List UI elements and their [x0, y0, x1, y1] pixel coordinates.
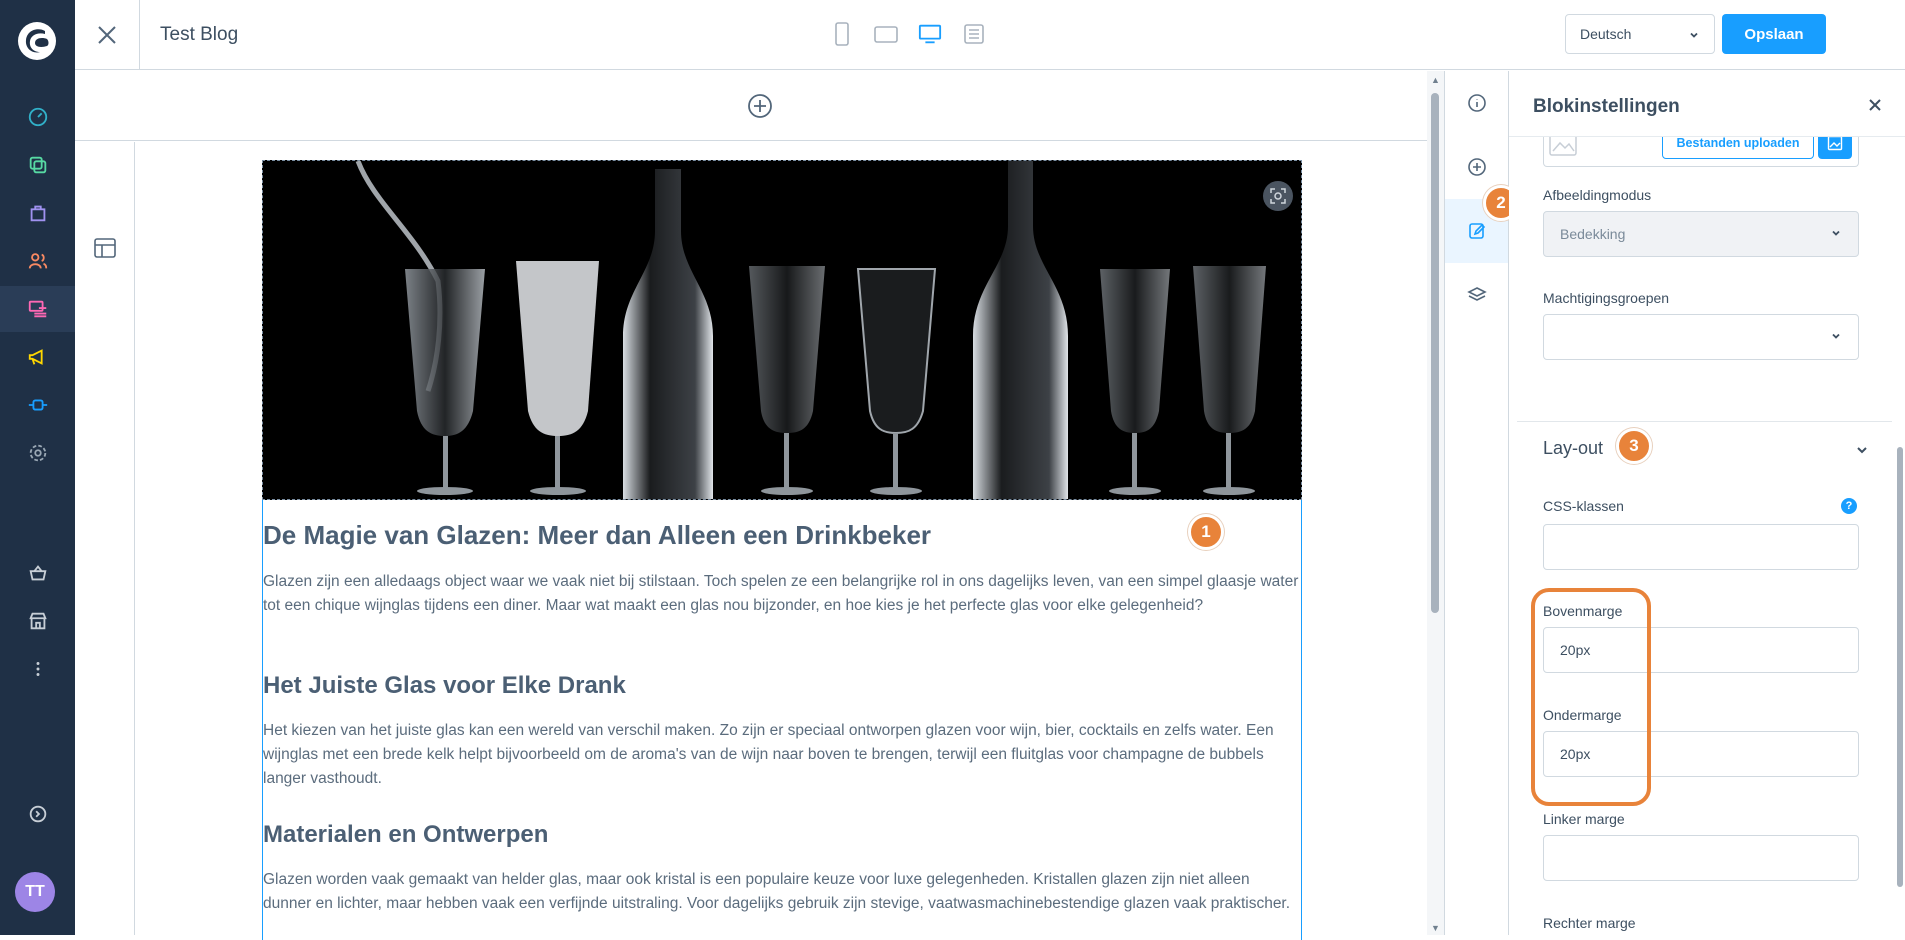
collapse-icon: [29, 805, 46, 823]
sidebar-collapse-button[interactable]: [0, 791, 75, 837]
permission-groups-label: Machtigingsgroepen: [1543, 290, 1670, 306]
layout-section-title[interactable]: Lay-out: [1543, 438, 1603, 459]
tool-layers[interactable]: [1445, 263, 1508, 327]
sidebar-item-extensions[interactable]: [0, 382, 75, 428]
settings-scrollbar[interactable]: [1896, 131, 1904, 935]
margin-highlight-box: [1531, 588, 1651, 806]
permission-groups-select[interactable]: [1543, 314, 1859, 360]
add-section-row: [75, 71, 1444, 141]
layers-icon: [1466, 287, 1487, 301]
image-mode-select[interactable]: Bedekking: [1543, 211, 1859, 257]
cms-canvas: De Magie van Glazen: Meer dan Alleen een…: [75, 71, 1444, 940]
image-mode-label: Afbeeldingmodus: [1543, 187, 1652, 203]
add-section-icon[interactable]: [747, 93, 773, 119]
chevron-down-icon: [1690, 32, 1698, 38]
help-icon[interactable]: ?: [1841, 498, 1857, 514]
basket-icon: [29, 565, 46, 581]
section-heading-1: Het Juiste Glas voor Elke Drank: [263, 672, 626, 699]
step-badge-1: 1: [1188, 514, 1224, 550]
tablet-icon: [874, 26, 898, 43]
sidebar-item-sales-channel-store[interactable]: [0, 598, 75, 644]
mobile-view-button[interactable]: [830, 22, 854, 46]
scroll-down-arrow-icon[interactable]: ▼: [1431, 923, 1440, 933]
block-settings-panel: Bestanden uploaden Blokinstellingen Afbe…: [1509, 71, 1905, 935]
desktop-view-button[interactable]: [918, 22, 942, 46]
section-text-2: Glazen worden vaak gemaakt van helder gl…: [263, 871, 1291, 912]
sidebar-item-orders[interactable]: [0, 190, 75, 236]
settings-icon: [29, 444, 46, 462]
close-editor-button[interactable]: [75, 0, 140, 70]
image-focus-button[interactable]: [1263, 181, 1293, 211]
desktop-icon: [918, 24, 942, 44]
settings-header: Blokinstellingen: [1509, 71, 1905, 137]
page-title: Test Blog: [160, 24, 239, 45]
store-icon: [28, 612, 47, 630]
save-button[interactable]: Opslaan: [1722, 14, 1826, 54]
margin-left-label: Linker marge: [1543, 811, 1625, 827]
section-text-1: Het kiezen van het juiste glas kan een w…: [263, 722, 1274, 787]
orders-icon: [30, 205, 45, 222]
tablet-view-button[interactable]: [874, 22, 898, 46]
chevron-down-icon: [1832, 333, 1840, 339]
article-heading: De Magie van Glazen: Meer dan Alleen een…: [263, 520, 932, 550]
more-icon: [36, 662, 39, 676]
canvas-scrollbar-thumb[interactable]: [1431, 93, 1439, 613]
content-icon: [28, 300, 46, 318]
canvas-scrollbar[interactable]: ▲ ▼: [1427, 71, 1444, 935]
close-settings-icon[interactable]: [1867, 97, 1883, 113]
editor-topbar: Test Blog Deutsch Opslaan: [75, 0, 1905, 70]
mobile-icon: [835, 22, 849, 46]
settings-scrollbar-thumb[interactable]: [1897, 447, 1903, 887]
sidebar-item-sales-channel-basket[interactable]: [0, 550, 75, 596]
customers-icon: [28, 253, 47, 269]
chevron-down-icon[interactable]: [1855, 443, 1869, 457]
dashboard-icon: [28, 107, 47, 127]
extensions-icon: [28, 399, 47, 411]
css-classes-input[interactable]: [1543, 524, 1859, 570]
image-icon: [1827, 135, 1843, 151]
text-image-block[interactable]: De Magie van Glazen: Meer dan Alleen een…: [262, 160, 1302, 940]
sidebar-item-dashboard[interactable]: [0, 94, 75, 140]
section-layout-column: [75, 142, 135, 935]
article-intro: Glazen zijn een alledaags object waar we…: [263, 573, 1299, 614]
device-switcher: [830, 22, 986, 46]
margin-left-input[interactable]: [1543, 835, 1859, 881]
add-block-icon: [1467, 158, 1486, 176]
focus-icon: [1270, 188, 1286, 204]
section-divider: [1517, 421, 1892, 422]
champagne-glasses-image: [263, 161, 1301, 499]
shopware-logo-icon[interactable]: [18, 22, 56, 60]
sidebar-item-catalogues[interactable]: [0, 142, 75, 188]
sidebar-item-content[interactable]: [0, 286, 75, 332]
list-view-button[interactable]: [962, 22, 986, 46]
sidebar-item-settings[interactable]: [0, 430, 75, 476]
sidebar-item-customers[interactable]: [0, 238, 75, 284]
info-icon: [1467, 94, 1486, 112]
language-select-value: Deutsch: [1580, 26, 1632, 42]
catalogues-icon: [29, 156, 46, 174]
css-classes-label: CSS-klassen: [1543, 498, 1624, 514]
chevron-down-icon: [1832, 230, 1840, 236]
block-image[interactable]: [262, 160, 1302, 500]
sidebar-item-more[interactable]: [0, 646, 75, 692]
image-mode-value: Bedekking: [1560, 226, 1626, 242]
section-heading-2: Materialen en Ontwerpen: [263, 821, 549, 848]
step-badge-3: 3: [1616, 428, 1652, 464]
list-icon: [964, 24, 984, 44]
language-select[interactable]: Deutsch: [1565, 14, 1715, 54]
edit-settings-icon: [1468, 223, 1485, 239]
tool-page-info[interactable]: [1445, 71, 1508, 135]
section-settings-icon[interactable]: [93, 236, 117, 260]
sidebar-item-marketing[interactable]: [0, 334, 75, 380]
settings-title: Blokinstellingen: [1533, 96, 1680, 117]
margin-right-label: Rechter marge: [1543, 915, 1636, 931]
close-icon: [98, 26, 116, 44]
admin-sidebar: TT: [0, 0, 75, 935]
scroll-up-arrow-icon[interactable]: ▲: [1431, 75, 1440, 85]
block-text[interactable]: De Magie van Glazen: Meer dan Alleen een…: [262, 500, 1302, 940]
marketing-icon: [28, 349, 43, 365]
user-avatar[interactable]: TT: [15, 872, 55, 912]
